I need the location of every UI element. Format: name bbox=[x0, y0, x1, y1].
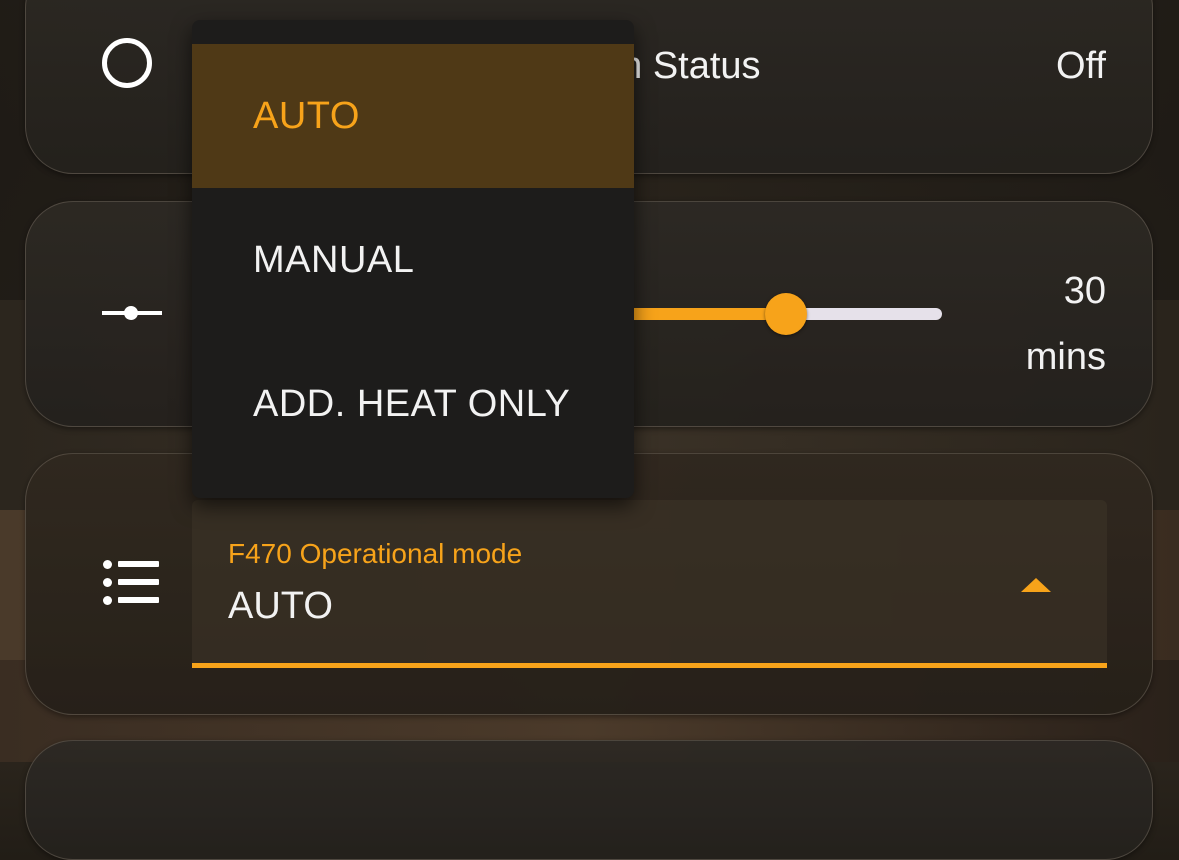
slider-icon bbox=[102, 304, 162, 322]
list-icon bbox=[103, 560, 159, 606]
dropdown-option-manual[interactable]: MANUAL bbox=[192, 188, 634, 332]
next-card bbox=[25, 740, 1153, 860]
operational-mode-select[interactable]: F470 Operational mode AUTO bbox=[192, 500, 1107, 668]
slider-value: 30 mins bbox=[1026, 258, 1106, 390]
select-value: AUTO bbox=[228, 585, 333, 627]
dropdown-option-auto[interactable]: AUTO bbox=[192, 44, 634, 188]
slider-thumb[interactable] bbox=[764, 293, 807, 335]
select-label: F470 Operational mode bbox=[228, 538, 523, 569]
status-value: Off bbox=[1056, 45, 1106, 87]
slider-value-number: 30 bbox=[1063, 270, 1106, 312]
slider-value-unit: mins bbox=[1025, 336, 1106, 378]
select-underline bbox=[192, 663, 1107, 668]
dropdown-option-add-heat-only[interactable]: ADD. HEAT ONLY bbox=[192, 332, 634, 476]
caret-up-icon[interactable] bbox=[1021, 578, 1051, 592]
circle-outline-icon bbox=[102, 38, 152, 88]
mode-dropdown-menu: AUTO MANUAL ADD. HEAT ONLY bbox=[192, 20, 634, 498]
